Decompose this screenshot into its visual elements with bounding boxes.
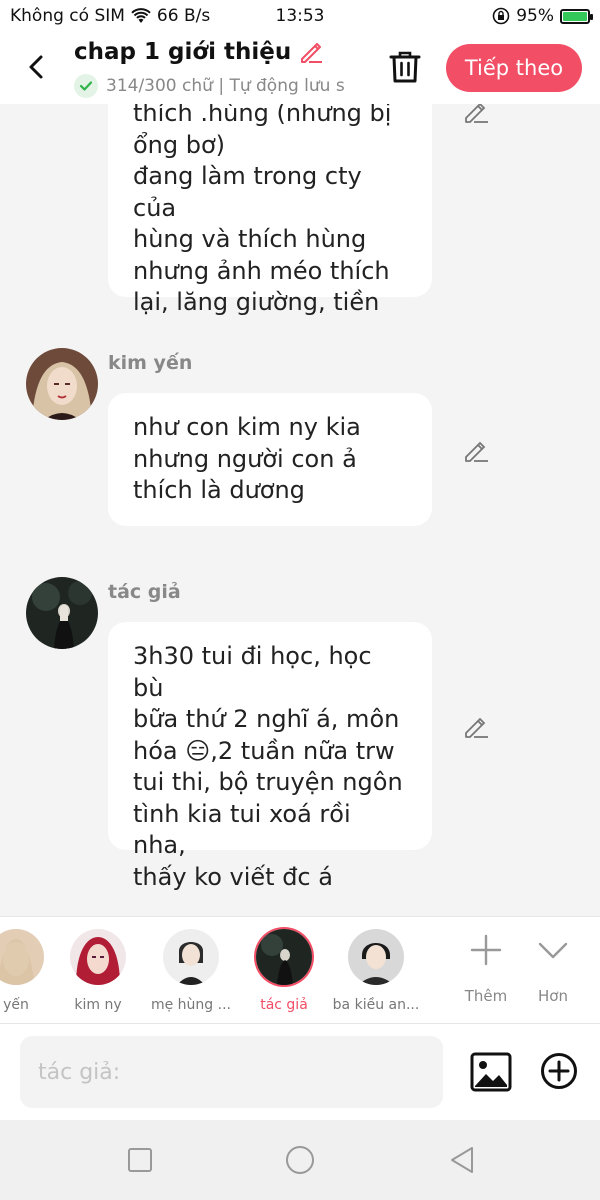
- message-line: hóa 😑,2 tuần nữa trw: [133, 736, 395, 765]
- wifi-icon: [131, 8, 151, 23]
- message-line: bữa thứ 2 nghĩ á, môn: [133, 705, 400, 733]
- character-avatar: [256, 929, 312, 985]
- status-time: 13:53: [275, 6, 325, 26]
- message-bubble[interactable]: 3h30 tui đi học, học bù bữa thứ 2 nghĩ á…: [108, 622, 432, 891]
- character-name: tác giả: [260, 997, 308, 1013]
- edit-message-icon[interactable]: [462, 713, 490, 741]
- character-item[interactable]: ba kiều an...: [330, 929, 422, 1013]
- message-line: nhưng ảnh méo thích: [133, 256, 390, 285]
- save-status: 314/300 chữ | Tự động lưu s: [74, 74, 364, 98]
- trash-icon[interactable]: [388, 49, 422, 85]
- message-line: thích .hùng (nhưng bị: [133, 104, 392, 127]
- message-line: tình kia tui xoá rồi nha,: [133, 799, 351, 860]
- next-button[interactable]: Tiếp theo: [446, 44, 582, 92]
- message-bubble[interactable]: thích .hùng (nhưng bị ổng bơ) đang làm t…: [108, 104, 432, 316]
- message-line: 3h30 tui đi học, học bù: [133, 642, 372, 702]
- message-line: như con kim ny kia: [133, 413, 361, 441]
- speaker-name: kim yến: [108, 352, 193, 374]
- character-item[interactable]: mẹ hùng ...: [145, 929, 237, 1013]
- home-icon[interactable]: [284, 1144, 316, 1176]
- character-name: ba kiều an...: [332, 997, 420, 1013]
- character-name: mẹ hùng ...: [150, 997, 231, 1013]
- edit-message-icon[interactable]: [462, 104, 490, 126]
- back-nav-icon[interactable]: [446, 1144, 478, 1176]
- check-icon: [74, 74, 98, 98]
- status-right: 95%: [492, 6, 593, 26]
- character-item[interactable]: kim ny: [52, 929, 144, 1013]
- more-button[interactable]: Hơn: [521, 927, 585, 1005]
- message-line: tui thi, bộ truyện ngôn: [133, 768, 403, 796]
- battery-percent: 95%: [516, 6, 554, 26]
- message-input[interactable]: [20, 1036, 443, 1108]
- message-line: nhưng người con ả: [133, 444, 357, 473]
- network-speed: 66 B/s: [156, 6, 211, 26]
- plus-icon: [470, 934, 502, 966]
- character-item-active[interactable]: tác giả: [238, 929, 330, 1013]
- battery-icon: [560, 8, 593, 24]
- recent-apps-icon[interactable]: [124, 1144, 156, 1176]
- character-avatar: [163, 929, 219, 985]
- avatar[interactable]: [26, 348, 98, 420]
- message-line: lại, lăng giường, tiền: [133, 288, 380, 316]
- more-label: Hơn: [538, 987, 568, 1005]
- status-left: Không có SIM 66 B/s: [10, 6, 210, 26]
- message-line: đang làm trong cty của: [133, 162, 362, 222]
- chapter-title[interactable]: chap 1 giới thiệu: [74, 39, 291, 65]
- avatar[interactable]: [26, 577, 98, 649]
- chat-area[interactable]: thích .hùng (nhưng bị ổng bơ) đang làm t…: [0, 104, 600, 916]
- message-line: ổng bơ): [133, 130, 226, 159]
- edit-message-icon[interactable]: [462, 437, 490, 465]
- message-line: thấy ko viết đc á: [133, 862, 333, 891]
- input-bar: [0, 1024, 600, 1120]
- message-line: thích là dương: [133, 476, 305, 504]
- chevron-down-icon: [538, 942, 568, 959]
- message-bubble[interactable]: như con kim ny kia nhưng người con ả thí…: [108, 393, 432, 526]
- add-label: Thêm: [464, 987, 508, 1005]
- character-avatar: [0, 929, 44, 985]
- speaker-name: tác giả: [108, 581, 181, 603]
- character-avatar: [348, 929, 404, 985]
- add-character-button[interactable]: Thêm: [454, 927, 518, 1005]
- status-bar: Không có SIM 66 B/s 13:53 95%: [0, 0, 600, 32]
- character-name: kim ny: [74, 997, 122, 1013]
- message-line: hùng và thích hùng: [133, 225, 367, 253]
- editor-header: chap 1 giới thiệu 314/300 chữ | Tự động …: [0, 32, 600, 104]
- image-icon[interactable]: [470, 1052, 512, 1092]
- rotation-lock-icon: [492, 7, 510, 25]
- edit-title-icon[interactable]: [297, 38, 325, 66]
- carrier-label: Không có SIM: [10, 6, 125, 26]
- system-nav-bar: [0, 1120, 600, 1200]
- character-bar: yến kim ny mẹ hùng ... tác giả ba kiều a…: [0, 916, 600, 1024]
- title-row: chap 1 giới thiệu: [74, 38, 325, 66]
- character-avatar: [70, 929, 126, 985]
- word-count-text: 314/300 chữ | Tự động lưu s: [106, 76, 345, 96]
- add-circle-icon[interactable]: [540, 1052, 578, 1090]
- back-button[interactable]: [20, 50, 54, 84]
